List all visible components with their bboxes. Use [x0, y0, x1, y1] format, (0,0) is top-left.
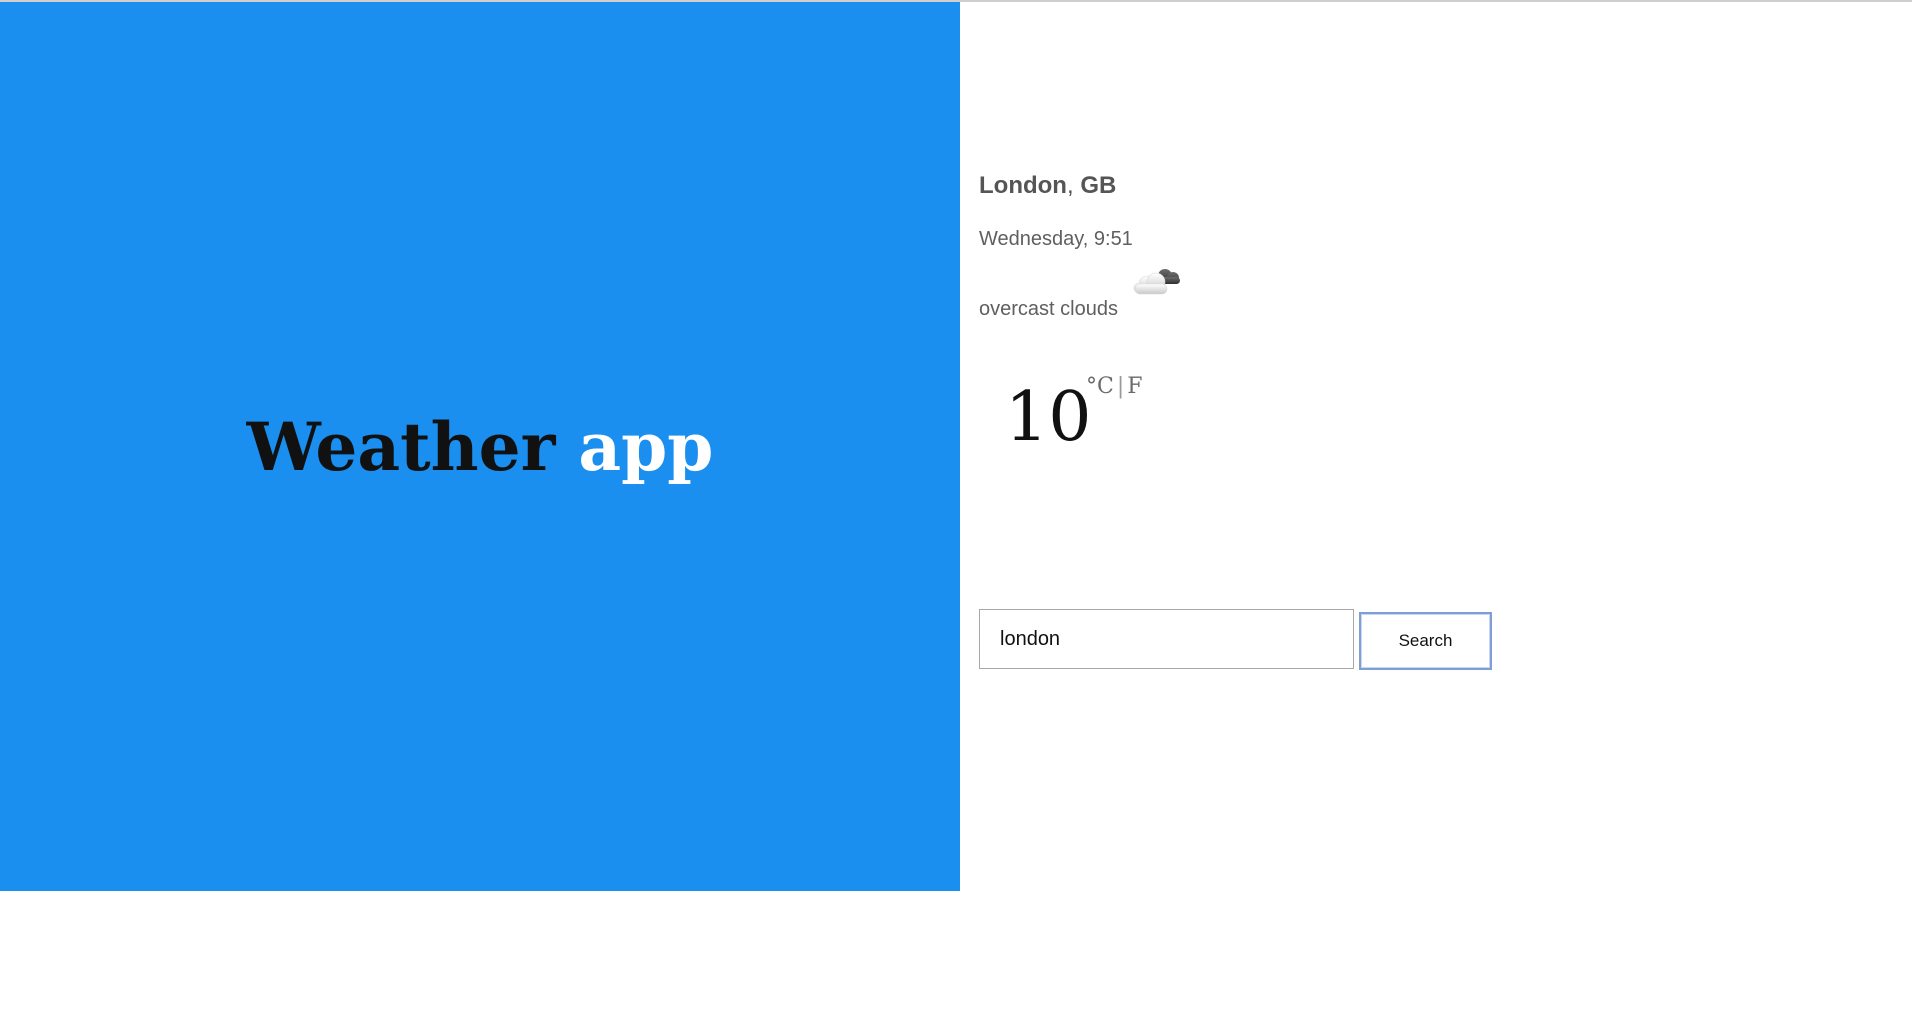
- app-title-weather: Weather: [246, 408, 556, 486]
- weather-panel: London, GB Wednesday, 9:51 overcast clou…: [979, 2, 1679, 891]
- country-code: GB: [1080, 172, 1117, 199]
- unit-toggle: °C | F: [1086, 374, 1143, 399]
- day-time: Wednesday, 9:51: [979, 228, 1133, 250]
- search-button[interactable]: Search: [1359, 612, 1492, 670]
- unit-fahrenheit[interactable]: F: [1127, 374, 1142, 399]
- unit-separator: |: [1116, 374, 1125, 399]
- location: London, GB: [979, 172, 1116, 200]
- city-search-input[interactable]: [979, 609, 1354, 669]
- unit-celsius[interactable]: °C: [1086, 374, 1114, 399]
- app-title: Weather app: [0, 407, 960, 487]
- temperature-value: 10: [1005, 378, 1092, 457]
- app-title-app: app: [578, 408, 714, 486]
- hero-panel: Weather app: [0, 2, 960, 891]
- city-name: London: [979, 172, 1067, 199]
- cloud-icon: [1133, 269, 1180, 295]
- location-separator: ,: [1066, 172, 1074, 199]
- weather-description: overcast clouds: [979, 298, 1118, 320]
- weather-app-page: Weather app London, GB Wednesday, 9:51 o…: [0, 0, 1912, 1024]
